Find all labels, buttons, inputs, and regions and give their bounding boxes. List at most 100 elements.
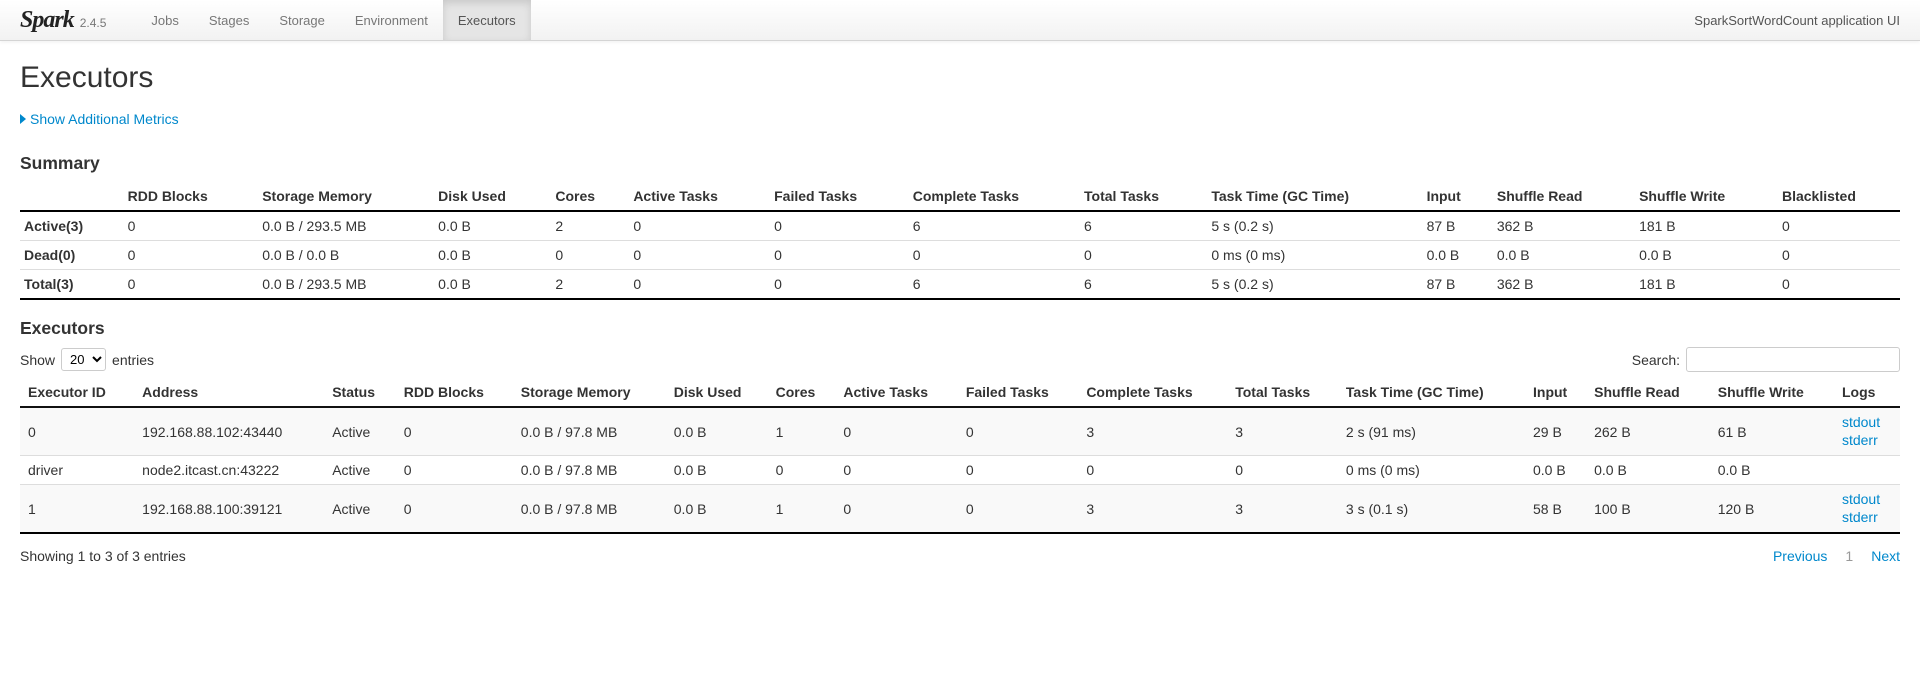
nav-tab-jobs[interactable]: Jobs — [136, 0, 193, 40]
exec-cell: 192.168.88.102:43440 — [134, 407, 324, 456]
paginate-previous[interactable]: Previous — [1773, 548, 1827, 564]
exec-cell: 3 — [1227, 485, 1338, 534]
summary-col-header: Shuffle Write — [1631, 182, 1774, 211]
summary-cell: 0 — [766, 241, 905, 270]
summary-col-header — [20, 182, 120, 211]
executors-table: Executor IDAddressStatusRDD BlocksStorag… — [20, 378, 1900, 534]
exec-cell: 0.0 B — [1710, 456, 1834, 485]
page-size-select[interactable]: 20 — [61, 348, 106, 371]
nav-tab-stages[interactable]: Stages — [194, 0, 264, 40]
exec-cell: 0.0 B — [666, 407, 768, 456]
summary-cell: 0 — [1774, 211, 1900, 241]
exec-col-header[interactable]: Cores — [768, 378, 836, 407]
nav-tab-environment[interactable]: Environment — [340, 0, 443, 40]
app-title: SparkSortWordCount application UI — [1694, 13, 1900, 28]
summary-row-label: Dead(0) — [20, 241, 120, 270]
log-link-stdout[interactable]: stdout — [1842, 414, 1892, 432]
exec-cell: 1 — [768, 485, 836, 534]
summary-col-header: Blacklisted — [1774, 182, 1900, 211]
summary-cell: 0 — [625, 211, 766, 241]
exec-col-header[interactable]: Total Tasks — [1227, 378, 1338, 407]
exec-cell: driver — [20, 456, 134, 485]
exec-col-header[interactable]: Complete Tasks — [1078, 378, 1227, 407]
exec-col-header[interactable]: Active Tasks — [835, 378, 957, 407]
exec-logs-cell — [1834, 456, 1900, 485]
nav-tab-storage[interactable]: Storage — [264, 0, 340, 40]
exec-col-header[interactable]: Address — [134, 378, 324, 407]
exec-col-header[interactable]: Storage Memory — [513, 378, 666, 407]
exec-cell: 29 B — [1525, 407, 1586, 456]
exec-cell: 58 B — [1525, 485, 1586, 534]
exec-cell: 1 — [20, 485, 134, 534]
summary-row: Active(3)00.0 B / 293.5 MB0.0 B200665 s … — [20, 211, 1900, 241]
exec-col-header[interactable]: Failed Tasks — [958, 378, 1079, 407]
exec-col-header[interactable]: Input — [1525, 378, 1586, 407]
summary-row-label: Total(3) — [20, 270, 120, 300]
exec-cell: 262 B — [1586, 407, 1710, 456]
exec-cell: 3 s (0.1 s) — [1338, 485, 1525, 534]
exec-cell: 0 — [835, 456, 957, 485]
table-info: Showing 1 to 3 of 3 entries — [20, 548, 186, 564]
brand-version: 2.4.5 — [80, 16, 107, 30]
summary-col-header: Total Tasks — [1076, 182, 1203, 211]
exec-cell: 0 — [396, 456, 513, 485]
exec-col-header[interactable]: Shuffle Write — [1710, 378, 1834, 407]
exec-cell: 0.0 B / 97.8 MB — [513, 456, 666, 485]
exec-cell: 120 B — [1710, 485, 1834, 534]
exec-col-header[interactable]: Task Time (GC Time) — [1338, 378, 1525, 407]
log-link-stderr[interactable]: stderr — [1842, 509, 1892, 527]
exec-col-header[interactable]: Status — [324, 378, 396, 407]
summary-row: Dead(0)00.0 B / 0.0 B0.0 B000000 ms (0 m… — [20, 241, 1900, 270]
exec-cell: 3 — [1078, 407, 1227, 456]
exec-cell: 0.0 B / 97.8 MB — [513, 485, 666, 534]
summary-cell: 2 — [547, 211, 625, 241]
nav-tab-executors[interactable]: Executors — [443, 0, 531, 40]
exec-cell: 3 — [1078, 485, 1227, 534]
exec-col-header[interactable]: Shuffle Read — [1586, 378, 1710, 407]
show-additional-metrics-toggle[interactable]: Show Additional Metrics — [20, 111, 179, 127]
summary-cell: 0 — [766, 270, 905, 300]
summary-col-header: Active Tasks — [625, 182, 766, 211]
exec-cell: 0 — [396, 485, 513, 534]
summary-cell: 0.0 B — [430, 270, 547, 300]
search-label: Search: — [1632, 352, 1680, 368]
exec-logs-cell: stdoutstderr — [1834, 407, 1900, 456]
exec-cell: node2.itcast.cn:43222 — [134, 456, 324, 485]
summary-cell: 0 — [625, 241, 766, 270]
summary-cell: 0.0 B / 0.0 B — [254, 241, 430, 270]
exec-cell: 0 — [20, 407, 134, 456]
exec-col-header[interactable]: RDD Blocks — [396, 378, 513, 407]
summary-cell: 87 B — [1419, 211, 1489, 241]
summary-col-header: Task Time (GC Time) — [1203, 182, 1418, 211]
summary-cell: 0 — [905, 241, 1076, 270]
exec-col-header[interactable]: Disk Used — [666, 378, 768, 407]
summary-cell: 6 — [905, 211, 1076, 241]
log-link-stdout[interactable]: stdout — [1842, 491, 1892, 509]
table-row: 0192.168.88.102:43440Active00.0 B / 97.8… — [20, 407, 1900, 456]
exec-logs-cell: stdoutstderr — [1834, 485, 1900, 534]
exec-cell: Active — [324, 456, 396, 485]
summary-col-header: Failed Tasks — [766, 182, 905, 211]
executors-heading: Executors — [20, 318, 1900, 339]
summary-cell: 5 s (0.2 s) — [1203, 270, 1418, 300]
exec-col-header[interactable]: Executor ID — [20, 378, 134, 407]
summary-cell: 0 — [766, 211, 905, 241]
search-input[interactable] — [1686, 347, 1900, 372]
summary-col-header: Cores — [547, 182, 625, 211]
summary-cell: 0.0 B / 293.5 MB — [254, 211, 430, 241]
summary-cell: 0.0 B / 293.5 MB — [254, 270, 430, 300]
exec-cell: 0 — [958, 456, 1079, 485]
summary-cell: 0.0 B — [1489, 241, 1631, 270]
summary-cell: 181 B — [1631, 211, 1774, 241]
summary-cell: 0 — [120, 241, 255, 270]
exec-cell: Active — [324, 407, 396, 456]
exec-cell: 0.0 B — [666, 456, 768, 485]
exec-col-header[interactable]: Logs — [1834, 378, 1900, 407]
paginate-next[interactable]: Next — [1871, 548, 1900, 564]
show-additional-metrics-label: Show Additional Metrics — [30, 111, 179, 127]
summary-col-header: RDD Blocks — [120, 182, 255, 211]
summary-col-header: Storage Memory — [254, 182, 430, 211]
summary-cell: 362 B — [1489, 270, 1631, 300]
log-link-stderr[interactable]: stderr — [1842, 432, 1892, 450]
summary-row-label: Active(3) — [20, 211, 120, 241]
